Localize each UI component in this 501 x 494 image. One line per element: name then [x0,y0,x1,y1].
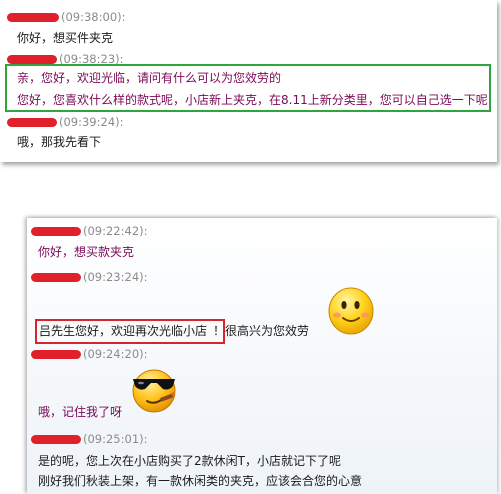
redacted-name [7,13,59,22]
redacted-name [7,118,57,127]
chat-log-panel-bottom: (09:22:42): 你好，想买款夹克 (09:23:24): 吕先生您好，欢… [27,218,497,494]
timestamp: (09:23:24): [83,270,148,284]
redacted-name [31,227,81,236]
smile-emoji-icon [327,286,375,336]
timestamp: (09:25:01): [83,432,148,446]
redacted-name [31,435,81,444]
timestamp: (09:39:24): [59,115,124,129]
timestamp: (09:38:00): [61,10,126,24]
chat-log-panel-top: (09:38:00): 你好，想买件夹克 (09:38:23): 亲，您好，欢迎… [0,0,497,162]
message-header: (09:22:42): [31,224,148,239]
timestamp: (09:24:20): [83,347,148,361]
redacted-name [31,273,81,282]
message-header: (09:38:00): [7,10,126,25]
message-header: (09:24:20): [31,347,148,362]
message-text: 你好，想买款夹克 [38,245,135,259]
message-header: (09:39:24): [7,115,124,130]
message-text: 您好，您喜欢什么样的款式呢，小店新上夹克，在8.11上新分类里，您可以自己选一下… [17,93,488,107]
message-text-boxed: 吕先生您好，欢迎再次光临小店 [39,324,208,338]
message-text: 吕先生您好，欢迎再次光临小店 ！很高兴为您效劳 [39,324,309,339]
message-text: 是的呢，您上次在小店购买了2款休闲T，小店就记下了呢 [38,454,341,468]
cool-sunglasses-emoji-icon [127,364,179,414]
timestamp: (09:22:42): [83,224,148,238]
message-text: 哦，记住我了呀 [38,405,123,419]
message-text-rest: ！很高兴为您效劳 [213,324,310,338]
message-text: 你好，想买件夹克 [17,31,114,45]
redacted-name [31,350,81,359]
message-text: 哦，那我先看下 [17,135,102,149]
message-header: (09:25:01): [31,432,148,447]
message-text: 亲，您好，欢迎光临，请问有什么可以为您效劳的 [17,71,282,85]
redacted-name [7,55,57,64]
message-text: 刚好我们秋装上架，有一款休闲类的夹克，应该会合您的心意 [38,474,363,488]
message-header: (09:23:24): [31,270,148,285]
